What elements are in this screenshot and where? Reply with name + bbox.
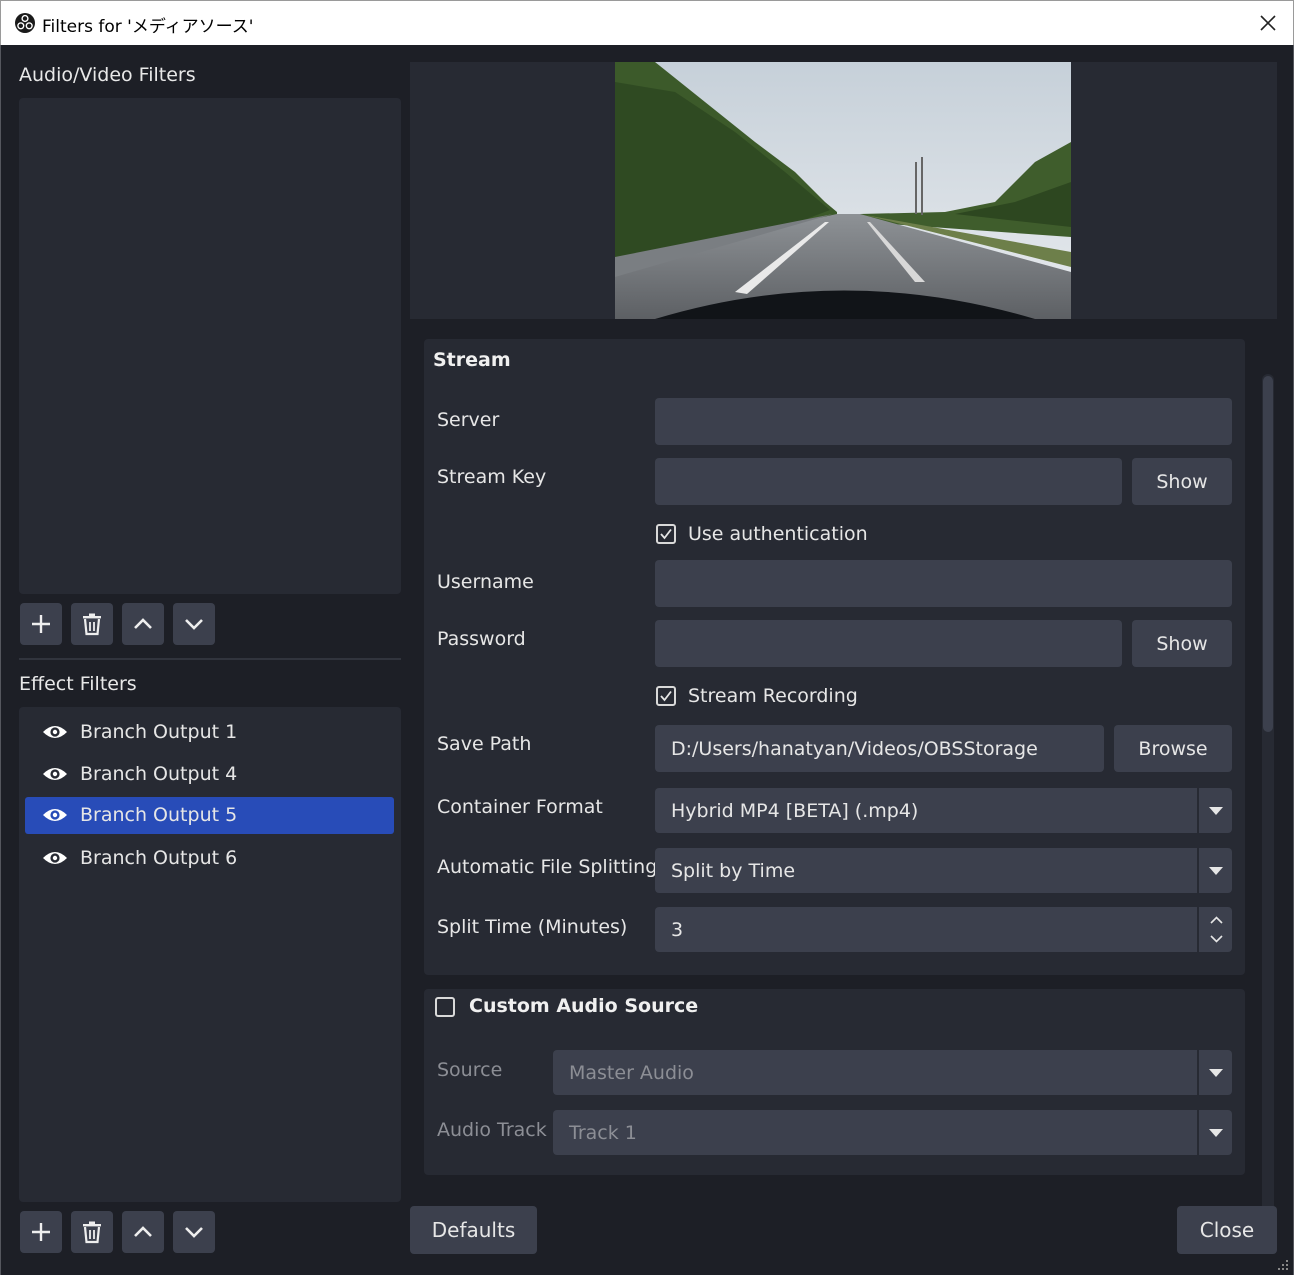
trash-icon <box>83 613 101 636</box>
caret-down-icon <box>1208 806 1223 815</box>
eye-icon[interactable] <box>42 722 68 742</box>
source-preview <box>410 62 1277 319</box>
eye-icon[interactable] <box>42 764 68 784</box>
properties-scrollbar[interactable] <box>1262 374 1274 1240</box>
effect-filter-label: Branch Output 5 <box>80 804 238 826</box>
move-av-filter-up-button[interactable] <box>122 603 164 645</box>
browse-button[interactable]: Browse <box>1114 725 1232 772</box>
effect-filter-label: Branch Output 4 <box>80 763 238 785</box>
audio-source-value: Master Audio <box>569 1061 694 1084</box>
chevron-down-icon <box>185 1227 203 1238</box>
dropdown-arrow[interactable] <box>1197 1110 1232 1155</box>
audio-source-select[interactable]: Master Audio <box>553 1050 1232 1095</box>
auto-split-label: Automatic File Splitting <box>437 856 658 878</box>
audio-track-select[interactable]: Track 1 <box>553 1110 1232 1155</box>
stream-recording-label: Stream Recording <box>688 685 858 707</box>
split-time-value: 3 <box>671 918 684 941</box>
checkmark-icon <box>660 528 672 540</box>
effect-filter-label: Branch Output 6 <box>80 847 238 869</box>
use-authentication-checkbox[interactable] <box>656 524 676 544</box>
chevron-up-icon <box>134 1226 152 1237</box>
use-authentication-label: Use authentication <box>688 523 868 545</box>
plus-icon <box>32 1223 50 1241</box>
close-button[interactable]: Close <box>1177 1206 1277 1254</box>
audio-video-filters-label: Audio/Video Filters <box>19 64 196 86</box>
custom-audio-group: Custom Audio Source Source Master Audio … <box>424 989 1245 1175</box>
username-label: Username <box>437 571 534 593</box>
split-time-spinbox[interactable]: 3 <box>655 907 1232 952</box>
dropdown-arrow[interactable] <box>1197 788 1232 833</box>
custom-audio-source-checkbox[interactable] <box>435 997 455 1017</box>
effect-filter-item[interactable]: Branch Output 1 <box>25 714 394 751</box>
spin-up-icon[interactable] <box>1210 916 1223 924</box>
scrollbar-thumb[interactable] <box>1263 376 1273 732</box>
password-label: Password <box>437 628 526 650</box>
add-av-filter-button[interactable] <box>20 603 62 645</box>
server-label: Server <box>437 409 500 431</box>
remove-av-filter-button[interactable] <box>71 603 113 645</box>
save-path-input[interactable]: D:/Users/hanatyan/Videos/OBSStorage <box>655 725 1104 772</box>
split-time-label: Split Time (Minutes) <box>437 916 628 938</box>
audio-track-label: Audio Track <box>437 1119 547 1141</box>
show-stream-key-button[interactable]: Show <box>1132 458 1232 505</box>
move-effect-filter-up-button[interactable] <box>122 1211 164 1253</box>
auto-split-value: Split by Time <box>671 859 796 882</box>
plus-icon <box>32 615 50 633</box>
save-path-label: Save Path <box>437 733 532 755</box>
server-input[interactable] <box>655 398 1232 445</box>
caret-down-icon <box>1208 1068 1223 1077</box>
container-format-select[interactable]: Hybrid MP4 [BETA] (.mp4) <box>655 788 1232 833</box>
stream-key-input[interactable] <box>655 458 1122 505</box>
caret-down-icon <box>1208 866 1223 875</box>
checkmark-icon <box>660 690 672 702</box>
spin-down-icon[interactable] <box>1210 935 1223 943</box>
add-effect-filter-button[interactable] <box>20 1211 62 1253</box>
trash-icon <box>83 1221 101 1244</box>
dropdown-arrow[interactable] <box>1197 1050 1232 1095</box>
source-label: Source <box>437 1059 503 1081</box>
username-input[interactable] <box>655 560 1232 607</box>
audio-track-value: Track 1 <box>569 1121 637 1144</box>
close-window-icon[interactable] <box>1255 10 1281 36</box>
spin-buttons[interactable] <box>1197 907 1232 952</box>
dropdown-arrow[interactable] <box>1197 848 1232 893</box>
effect-filter-label: Branch Output 1 <box>80 721 238 743</box>
container-format-value: Hybrid MP4 [BETA] (.mp4) <box>671 799 919 822</box>
container-format-label: Container Format <box>437 796 603 818</box>
stream-group-title: Stream <box>433 349 511 371</box>
window-title: Filters for 'メディアソース' <box>42 17 254 37</box>
obs-logo-icon <box>15 13 35 33</box>
custom-audio-group-title: Custom Audio Source <box>469 995 699 1017</box>
effect-filters-label: Effect Filters <box>19 673 137 695</box>
defaults-button[interactable]: Defaults <box>410 1206 537 1254</box>
caret-down-icon <box>1208 1128 1223 1137</box>
password-input[interactable] <box>655 620 1122 667</box>
video-preview-image <box>615 62 1071 319</box>
effect-filter-item[interactable]: Branch Output 6 <box>25 840 394 877</box>
move-av-filter-down-button[interactable] <box>173 603 215 645</box>
filters-window: Audio/Video Filters Effect Filters Branc… <box>0 45 1294 1275</box>
eye-icon[interactable] <box>42 805 68 825</box>
stream-group: Stream Server Stream Key Show Use authen… <box>424 339 1245 975</box>
chevron-down-icon <box>185 619 203 630</box>
resize-grip-icon[interactable] <box>1277 1259 1289 1271</box>
title-bar: Filters for 'メディアソース' <box>0 0 1294 45</box>
filter-properties-panel: Stream Server Stream Key Show Use authen… <box>410 326 1277 1240</box>
eye-icon[interactable] <box>42 848 68 868</box>
effect-filter-item-selected[interactable]: Branch Output 5 <box>25 797 394 834</box>
show-password-button[interactable]: Show <box>1132 620 1232 667</box>
remove-effect-filter-button[interactable] <box>71 1211 113 1253</box>
stream-recording-checkbox[interactable] <box>656 686 676 706</box>
stream-key-label: Stream Key <box>437 466 547 488</box>
section-divider <box>19 658 401 660</box>
audio-video-filters-list[interactable] <box>19 98 401 594</box>
chevron-up-icon <box>134 618 152 629</box>
move-effect-filter-down-button[interactable] <box>173 1211 215 1253</box>
effect-filter-item[interactable]: Branch Output 4 <box>25 756 394 793</box>
auto-split-select[interactable]: Split by Time <box>655 848 1232 893</box>
